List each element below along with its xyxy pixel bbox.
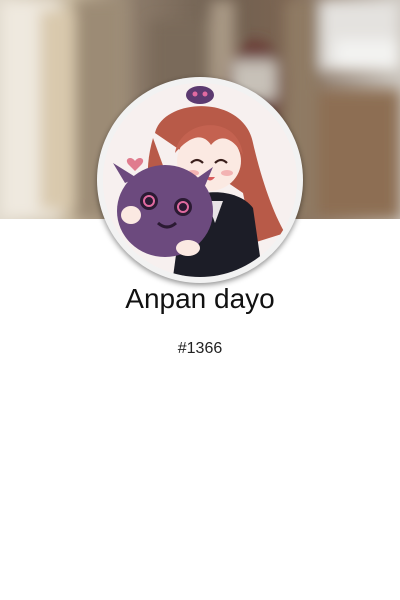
profile-card: Anpan dayo #1366 — [0, 0, 400, 600]
username: Anpan dayo — [125, 283, 275, 314]
user-discriminator: #1366 — [177, 340, 223, 357]
avatar[interactable] — [103, 83, 297, 277]
avatar-illustration — [103, 83, 297, 277]
